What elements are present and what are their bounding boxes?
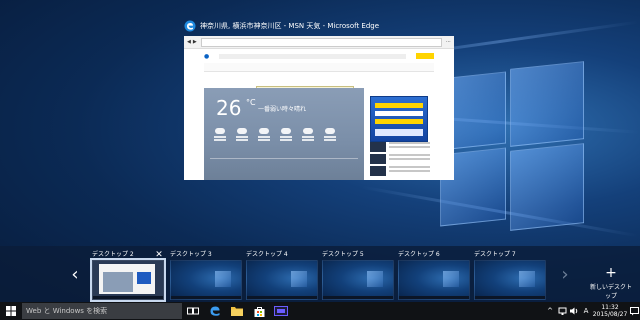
address-field [200,37,442,47]
browser-address-bar: ◀ ▶ ⋯ [184,36,454,49]
temperature-unit: °C [246,98,256,107]
window-title: 神奈川県, 横浜市神奈川区 - MSN 天気 - Microsoft Edge [200,22,380,30]
scroll-right-arrow-icon[interactable]: › [558,264,572,285]
temperature-value: 26 [216,96,242,120]
desktop-preview [170,260,242,300]
desktop-thumbnail-2[interactable]: デスクトップ 2 [90,250,166,302]
volume-button[interactable] [568,302,580,320]
news-item [370,166,430,176]
news-item [370,142,430,152]
show-hidden-icons-button[interactable]: ^ [544,302,556,320]
hourly-forecast [210,158,358,175]
forecast-day [322,128,338,150]
store-icon [254,306,264,317]
task-view-icon [187,307,199,315]
scroll-left-arrow-icon[interactable]: ‹ [68,264,82,285]
clock-time: 11:32 [601,304,619,311]
banner-ad-right [370,96,428,142]
desktop-thumbnail-4[interactable]: デスクトップ 4 [246,250,318,300]
network-button[interactable] [556,302,568,320]
window-preview-edge[interactable]: 神奈川県, 横浜市神奈川区 - MSN 天気 - Microsoft Edge … [184,18,454,180]
weather-panel: 26 °C 一番弱い時々晴れ [204,88,364,180]
desktop-thumbnail-7[interactable]: デスクトップ 7 [474,250,546,300]
msn-header: ● [184,49,454,63]
folder-icon [231,307,243,316]
desktop-preview [246,260,318,300]
msn-nav [204,63,434,72]
windows-logo-icon [6,306,16,316]
back-icon: ◀ [187,39,191,45]
new-desktop-button[interactable]: + 新しいデスクトップ [588,266,634,300]
edge-icon [184,20,196,32]
media-app-icon [274,306,288,316]
desktop-preview [474,260,546,300]
ime-indicator[interactable]: A [580,302,592,320]
edge-taskbar-button[interactable] [204,302,226,320]
new-desktop-label: 新しいデスクトップ [589,284,632,300]
clock[interactable]: 11:32 2015/08/27 [592,304,628,318]
desktop-label: デスクトップ 7 [474,251,516,258]
more-icon: ⋯ [446,39,451,45]
desktop-thumbnail-6[interactable]: デスクトップ 6 [398,250,470,300]
network-icon [558,307,566,315]
close-desktop-button[interactable]: ✕ [154,250,164,260]
media-app-button[interactable] [270,302,292,320]
forecast-day [234,128,250,150]
desktop-label: デスクトップ 6 [398,251,440,258]
virtual-desktop-strip: ‹ デスクトップ 2 ✕ デスクトップ 3 デスクトップ 4 デスクトップ 5 … [0,246,640,302]
edge-icon [210,306,220,316]
desktop-thumbnail-3[interactable]: デスクトップ 3 [170,250,242,300]
desktop-preview [398,260,470,300]
desktop-preview [322,260,394,300]
taskbar: Web と Windows を検索 ^ A 11:32 2015/08/27 [0,302,640,320]
desktop-thumbnail-5[interactable]: デスクトップ 5 [322,250,394,300]
search-box[interactable]: Web と Windows を検索 [22,303,182,319]
windows-logo-wallpaper [430,55,590,235]
desktop-label: デスクトップ 3 [170,251,212,258]
plus-icon: + [605,265,617,281]
desktop-label: デスクトップ 2 [92,251,134,258]
msn-logo-icon: ● [204,52,210,60]
forecast-day [256,128,272,150]
weather-condition: 一番弱い時々晴れ [258,106,307,113]
window-title-row: 神奈川県, 横浜市神奈川区 - MSN 天気 - Microsoft Edge [184,18,454,34]
chevron-up-icon: ^ [547,307,553,315]
forecast-day [212,128,228,150]
start-button[interactable] [0,302,22,320]
system-tray: ^ A 11:32 2015/08/27 [544,302,640,320]
store-button[interactable] [248,302,270,320]
forecast-day [278,128,294,150]
desktop-label: デスクトップ 5 [322,251,364,258]
clock-date: 2015/08/27 [592,311,628,318]
desktop-preview [90,258,166,302]
forward-icon: ▶ [192,39,197,45]
news-item [370,154,430,164]
speaker-icon [569,307,577,315]
desktop-label: デスクトップ 4 [246,251,288,258]
action-center-button[interactable] [628,302,640,320]
forecast-day [300,128,316,150]
notification-icon [629,306,639,315]
side-news-list [370,142,430,180]
search-placeholder: Web と Windows を検索 [26,307,108,315]
file-explorer-button[interactable] [226,302,248,320]
browser-content: ◀ ▶ ⋯ ● 26 °C 一番弱い時々晴れ [184,36,454,180]
task-view-button[interactable] [182,302,204,320]
